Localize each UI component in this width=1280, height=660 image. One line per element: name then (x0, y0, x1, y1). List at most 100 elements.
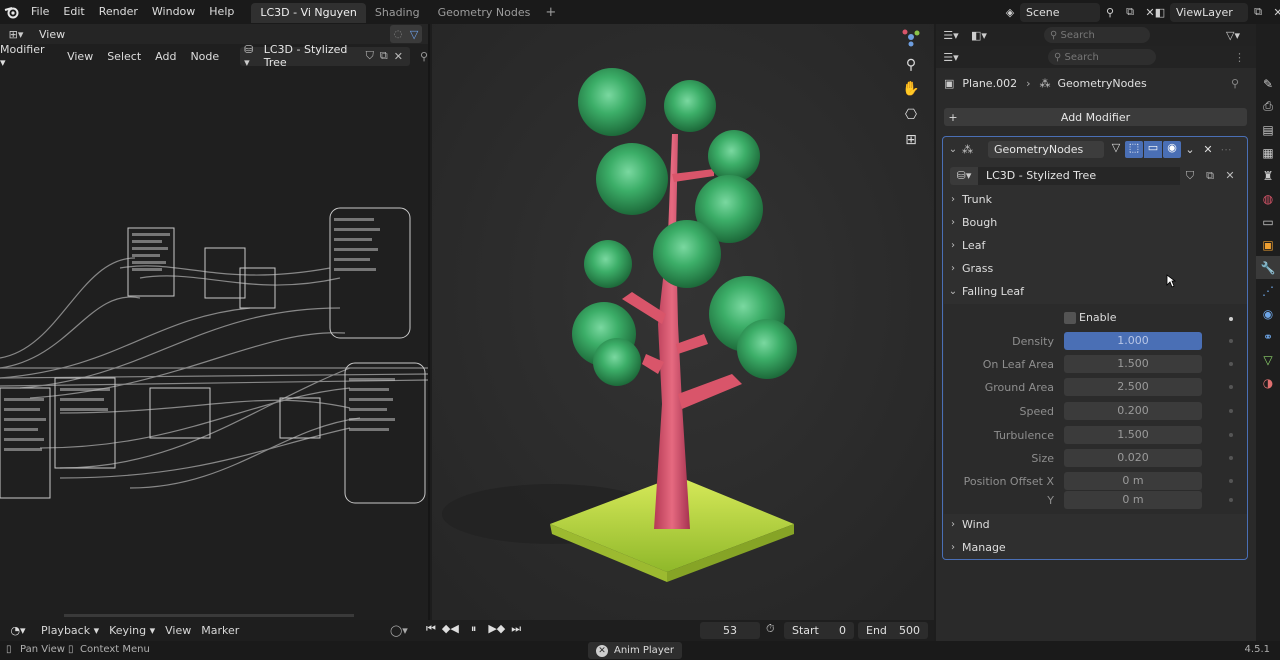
on-leaf-area-input[interactable]: 1.500 (1064, 355, 1202, 373)
pin-icon[interactable]: ⚲ (1231, 77, 1239, 90)
fake-user-icon[interactable]: ⛉ (1180, 169, 1200, 183)
panel-wind[interactable]: › Wind (944, 513, 1247, 535)
outliner-type-icon[interactable]: ☰▾ (936, 29, 966, 42)
next-keyframe-icon[interactable]: ▶◆ (488, 622, 505, 636)
menu-view[interactable]: View (60, 50, 100, 63)
3d-viewport[interactable]: ⚲ ✋ ⎔ ⊞ (432, 24, 934, 620)
keyframe-dot-icon[interactable] (1229, 433, 1233, 437)
scene-icon[interactable]: ◈ (1000, 3, 1020, 22)
current-frame-field[interactable]: 53 (700, 622, 760, 639)
workspace-tab-lc3d[interactable]: LC3D - Vi Nguyen (251, 3, 366, 23)
duplicate-icon[interactable]: ⧉ (380, 49, 388, 63)
axis-gizmo-icon[interactable] (900, 26, 922, 48)
filter-toggle[interactable]: ◌ ▽ (390, 25, 422, 43)
workspace-tab-geometry-nodes[interactable]: Geometry Nodes (429, 3, 540, 23)
context-selector[interactable]: Modifier ▾ (0, 43, 60, 69)
remove-modifier-icon[interactable]: ✕ (1199, 143, 1217, 156)
enable-checkbox[interactable] (1064, 311, 1076, 324)
tool-tab-icon[interactable]: ✎ (1256, 72, 1280, 95)
delete-view-layer-icon[interactable]: ✕ (1268, 3, 1280, 22)
menu-help[interactable]: Help (202, 0, 241, 24)
timeline-editor-icon[interactable]: ◔▾ (0, 624, 36, 637)
render-toggle-icon[interactable]: ◉ (1163, 140, 1181, 158)
anim-player-task[interactable]: ✕ Anim Player (588, 642, 682, 659)
properties-type-icon[interactable]: ☰▾ (936, 51, 966, 64)
object-tab-icon[interactable]: ▣ (1256, 233, 1280, 256)
menu-render[interactable]: Render (92, 0, 145, 24)
collection-tab-icon[interactable]: ▭ (1256, 210, 1280, 233)
view-layer-selector[interactable]: ViewLayer (1170, 2, 1248, 22)
position-offset-x-input[interactable]: 0 m (1064, 472, 1202, 490)
panel-trunk[interactable]: › Trunk (944, 188, 1247, 210)
outliner-search-field[interactable]: ⚲ Search (1044, 27, 1150, 43)
end-frame-field[interactable]: End 500 (858, 622, 928, 639)
viewport-toggle-icon[interactable]: ▭ (1144, 140, 1162, 158)
duplicate-icon[interactable]: ⧉ (1200, 169, 1220, 183)
keyframe-dot-icon[interactable] (1229, 339, 1233, 343)
menu-add[interactable]: Add (148, 50, 183, 63)
drag-handle-icon[interactable]: ⋯ (1217, 143, 1235, 156)
panel-leaf[interactable]: › Leaf (944, 234, 1247, 256)
density-input[interactable]: 1.000 (1064, 332, 1202, 350)
menu-playback[interactable]: Playback ▾ (36, 624, 104, 637)
view-layer-icon[interactable]: ◧ (1150, 3, 1170, 22)
constraints-tab-icon[interactable]: ⚭ (1256, 325, 1280, 348)
keyframe-dot-icon[interactable] (1229, 456, 1233, 460)
world-tab-icon[interactable]: ◍ (1256, 187, 1280, 210)
panel-manage[interactable]: › Manage (944, 536, 1247, 558)
keyframe-dot-icon[interactable] (1229, 362, 1233, 366)
modifier-name-field[interactable]: GeometryNodes (988, 140, 1104, 158)
particles-tab-icon[interactable]: ⋰ (1256, 279, 1280, 302)
collapse-chevron-icon[interactable]: ⌄ (944, 144, 962, 155)
menu-keying[interactable]: Keying ▾ (104, 624, 160, 637)
menu-window[interactable]: Window (145, 0, 202, 24)
zoom-icon[interactable]: ⚲ (900, 54, 922, 76)
panel-grass[interactable]: › Grass (944, 257, 1247, 279)
node-editor-view-menu[interactable]: View (32, 28, 72, 41)
stopwatch-icon[interactable]: ⏱ (766, 622, 775, 636)
edit-mode-toggle-icon[interactable]: ▽ (1107, 141, 1125, 158)
position-offset-y-input[interactable]: 0 m (1064, 491, 1202, 509)
menu-node[interactable]: Node (183, 50, 226, 63)
scene-tab-icon[interactable]: ♜ (1256, 164, 1280, 187)
properties-search-field[interactable]: ⚲ Search (1048, 49, 1156, 65)
perspective-grid-icon[interactable]: ⊞ (900, 129, 922, 151)
menu-edit[interactable]: Edit (56, 0, 91, 24)
menu-file[interactable]: File (24, 0, 56, 24)
workspace-tab-shading[interactable]: Shading (366, 3, 429, 23)
data-tab-icon[interactable]: ▽ (1256, 348, 1280, 371)
node-group-selector[interactable]: ⛁▾ LC3D - Stylized Tree ⛉ ⧉ ✕ (240, 43, 410, 69)
node-tree-icon[interactable]: ⛁▾ (950, 166, 978, 185)
pause-icon[interactable]: ⏸ (471, 622, 477, 636)
ground-area-input[interactable]: 2.500 (1064, 378, 1202, 396)
view-layer-tab-icon[interactable]: ▦ (1256, 141, 1280, 164)
dropdown-chevron-icon[interactable]: ⌄ (1181, 143, 1199, 156)
node-graph-canvas[interactable] (0, 68, 430, 620)
editor-type-icon[interactable]: ⊞▾ (0, 28, 32, 41)
material-tab-icon[interactable]: ◑ (1256, 371, 1280, 394)
enable-checkbox-row[interactable]: Enable (1064, 311, 1116, 324)
keyframe-dot-icon[interactable] (1229, 479, 1233, 483)
add-modifier-button[interactable]: + Add Modifier (944, 108, 1247, 126)
modifier-tab-icon[interactable]: 🔧 (1256, 256, 1280, 279)
prev-keyframe-icon[interactable]: ◆◀ (442, 622, 459, 636)
fake-user-icon[interactable]: ⛉ (366, 49, 374, 63)
pin-node-tree-icon[interactable]: ⚲ (420, 50, 428, 63)
start-frame-field[interactable]: Start 0 (784, 622, 854, 639)
options-icon[interactable]: ⋮ (1234, 51, 1245, 64)
render-tab-icon[interactable]: ⎙ (1256, 95, 1280, 118)
panel-falling-leaf[interactable]: ⌄ Falling Leaf (944, 280, 1247, 302)
keyframe-dot-icon[interactable] (1229, 498, 1233, 502)
add-workspace-icon[interactable]: + (539, 5, 562, 20)
menu-timeline-view[interactable]: View (160, 624, 196, 637)
jump-end-icon[interactable]: ⏭ (511, 622, 521, 636)
scene-selector[interactable]: Scene (1020, 2, 1100, 22)
cage-toggle-icon[interactable]: ⬚ (1125, 140, 1143, 158)
display-mode-icon[interactable]: ◧▾ (966, 29, 992, 42)
output-tab-icon[interactable]: ▤ (1256, 118, 1280, 141)
turbulence-input[interactable]: 1.500 (1064, 426, 1202, 444)
speed-input[interactable]: 0.200 (1064, 402, 1202, 420)
panel-bough[interactable]: › Bough (944, 211, 1247, 233)
menu-marker[interactable]: Marker (196, 624, 244, 637)
unlink-icon[interactable]: ✕ (394, 50, 403, 63)
